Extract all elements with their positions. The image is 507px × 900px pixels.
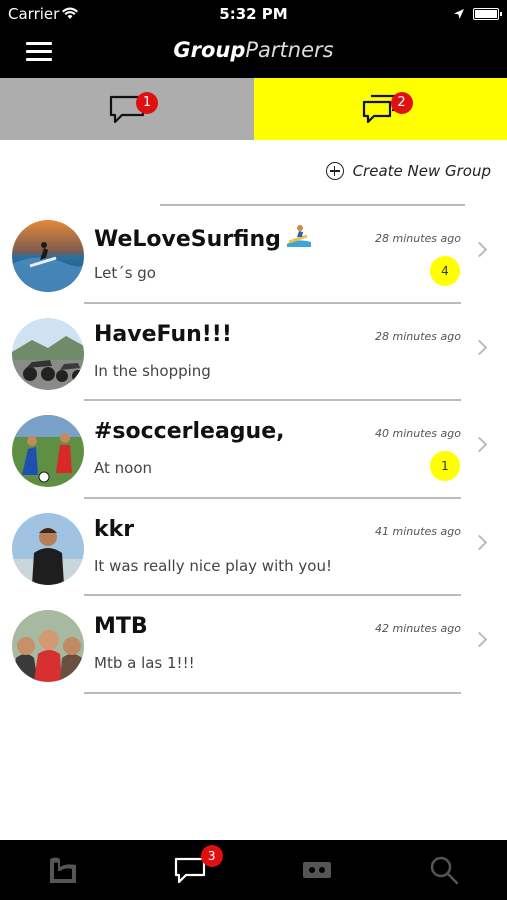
tab-direct-chats[interactable]: 1 <box>0 78 254 140</box>
chevron-right-icon <box>471 241 488 258</box>
group-name: HaveFun!!! <box>94 321 232 347</box>
create-new-group-label: Create New Group <box>352 162 491 180</box>
chevron-right-icon <box>471 436 488 453</box>
chats-badge: 3 <box>200 845 223 867</box>
tab-tickets[interactable] <box>254 840 381 900</box>
status-time: 5:32 PM <box>219 5 288 23</box>
group-avatar <box>12 415 84 488</box>
group-name: kkr <box>94 516 135 542</box>
group-row[interactable]: WeLoveSurfing 28 minutes ago Let´s go 4 <box>0 206 507 304</box>
tab-badge: 2 <box>390 92 413 114</box>
chevron-right-icon <box>471 534 488 551</box>
group-last-message: In the shopping <box>94 361 211 380</box>
chat-type-tabs: 1 2 <box>0 78 507 140</box>
group-row[interactable]: kkr 41 minutes ago It was really nice pl… <box>0 499 507 597</box>
app-title-bold: Group <box>173 38 246 62</box>
unread-count-badge: 1 <box>430 451 460 482</box>
plus-circle-icon <box>325 162 344 180</box>
group-last-message: It was really nice play with you! <box>94 556 332 575</box>
group-last-message: At noon <box>94 459 153 478</box>
create-group-row: Create New Group <box>0 140 507 206</box>
battery-icon <box>473 8 502 20</box>
group-timestamp: 42 minutes ago <box>375 622 461 636</box>
group-name: MTB <box>94 614 148 640</box>
bottom-tab-bar: 3 <box>0 840 507 900</box>
divider <box>84 691 461 694</box>
logo-icon <box>50 857 77 883</box>
group-timestamp: 28 minutes ago <box>375 232 461 245</box>
group-timestamp: 41 minutes ago <box>375 524 461 538</box>
tab-search[interactable] <box>380 840 507 900</box>
unread-count-badge: 4 <box>430 256 460 286</box>
create-new-group-button[interactable]: Create New Group <box>325 162 491 180</box>
group-avatar <box>12 512 84 585</box>
ticket-icon <box>302 862 331 878</box>
group-row[interactable]: HaveFun!!! 28 minutes ago In the shoppin… <box>0 304 507 402</box>
group-timestamp: 28 minutes ago <box>375 329 461 343</box>
group-avatar <box>12 610 84 683</box>
tab-home[interactable] <box>0 840 127 900</box>
group-avatar <box>12 317 84 390</box>
app-title: GroupPartners <box>0 38 507 62</box>
group-list: WeLoveSurfing 28 minutes ago Let´s go 4 … <box>0 206 507 694</box>
tab-chats[interactable]: 3 <box>127 840 254 900</box>
group-avatar <box>12 220 84 292</box>
chevron-right-icon <box>471 632 488 648</box>
tab-badge: 1 <box>136 92 158 114</box>
group-row[interactable]: #soccerleague, 40 minutes ago At noon 1 <box>0 401 507 499</box>
group-row[interactable]: MTB 42 minutes ago Mtb a las 1!!! <box>0 596 507 694</box>
chevron-right-icon <box>471 339 488 355</box>
search-icon <box>430 856 458 885</box>
status-bar: Carrier 5:32 PM <box>0 0 507 28</box>
surfer-emoji-icon <box>286 225 311 247</box>
group-timestamp: 40 minutes ago <box>375 427 461 441</box>
location-arrow-icon <box>453 6 465 24</box>
group-last-message: Mtb a las 1!!! <box>94 654 195 673</box>
tab-group-chats[interactable]: 2 <box>253 78 507 140</box>
group-name: #soccerleague, <box>94 419 285 445</box>
group-name-text: WeLoveSurfing <box>94 227 281 252</box>
group-last-message: Let´s go <box>94 264 156 282</box>
app-title-light: Partners <box>245 38 334 62</box>
nav-bar: GroupPartners <box>0 28 507 78</box>
group-name: WeLoveSurfing <box>94 224 313 252</box>
